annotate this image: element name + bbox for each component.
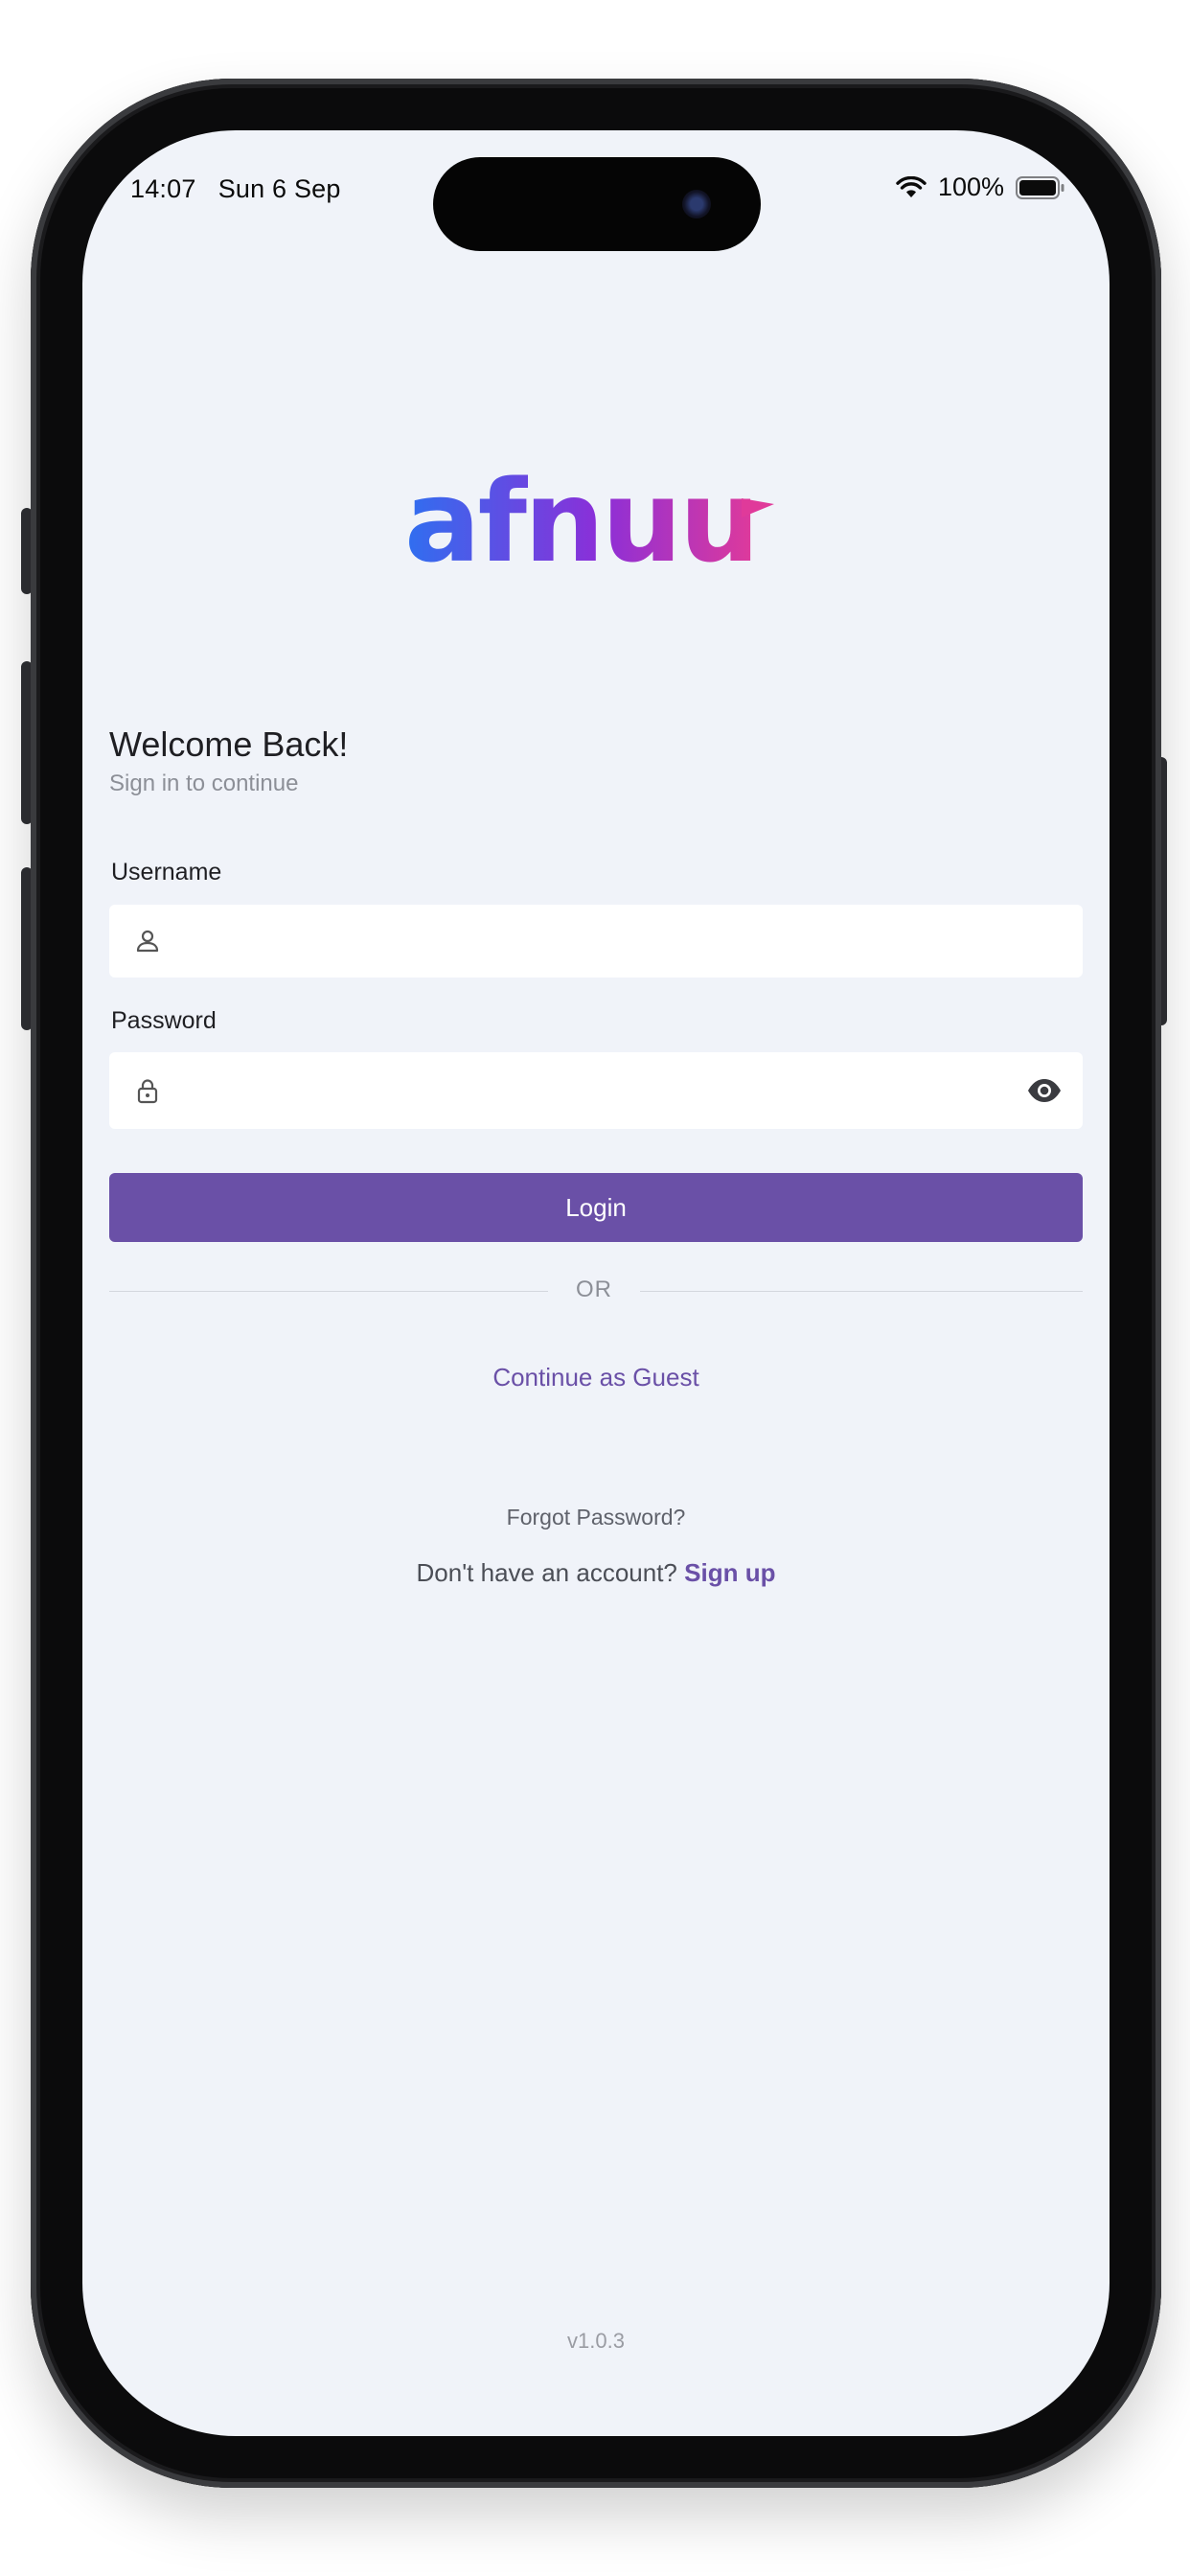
camera-icon xyxy=(682,190,711,218)
app-version: v1.0.3 xyxy=(567,2329,625,2353)
signup-prompt: Don't have an account? xyxy=(416,1558,677,1587)
or-divider-text: OR xyxy=(576,1276,612,1302)
logo-wordmark: afnuu xyxy=(404,462,757,586)
status-indicators: 100% xyxy=(896,172,1065,202)
login-button[interactable]: Login xyxy=(109,1173,1083,1242)
divider-right xyxy=(640,1291,1083,1292)
wifi-icon xyxy=(896,175,927,197)
dynamic-island xyxy=(433,157,761,251)
username-field[interactable] xyxy=(109,905,1083,978)
paper-plane-icon xyxy=(742,498,774,518)
welcome-title: Welcome Back! xyxy=(109,724,349,764)
page: 14:07 Sun 6 Sep 100% afnuu Welcome Back!… xyxy=(0,0,1190,2576)
welcome-subtitle: Sign in to continue xyxy=(109,770,299,796)
signup-link[interactable]: Sign up xyxy=(684,1558,775,1587)
password-label: Password xyxy=(111,1007,217,1034)
signup-row: Don't have an account? Sign up xyxy=(82,1558,1110,1588)
continue-as-guest-link[interactable]: Continue as Guest xyxy=(82,1363,1110,1392)
password-field[interactable] xyxy=(109,1052,1083,1129)
forgot-password-link[interactable]: Forgot Password? xyxy=(82,1505,1110,1530)
password-input[interactable] xyxy=(161,1052,1025,1129)
divider-left xyxy=(109,1291,548,1292)
battery-icon xyxy=(1016,175,1064,199)
person-icon xyxy=(136,930,159,953)
afnuu-logo: afnuu xyxy=(404,462,774,586)
screen: 14:07 Sun 6 Sep 100% afnuu Welcome Back!… xyxy=(82,130,1110,2436)
status-clock: 14:07 xyxy=(130,174,196,203)
eye-icon xyxy=(1028,1079,1061,1102)
username-label: Username xyxy=(111,859,222,886)
password-visibility-toggle[interactable] xyxy=(1025,1071,1064,1110)
app-logo: afnuu xyxy=(82,462,1110,586)
username-input[interactable] xyxy=(161,905,1083,978)
battery-percent: 100% xyxy=(937,172,1004,201)
status-time: 14:07 Sun 6 Sep xyxy=(130,174,341,204)
lock-icon xyxy=(137,1079,158,1104)
status-date: Sun 6 Sep xyxy=(217,174,341,203)
